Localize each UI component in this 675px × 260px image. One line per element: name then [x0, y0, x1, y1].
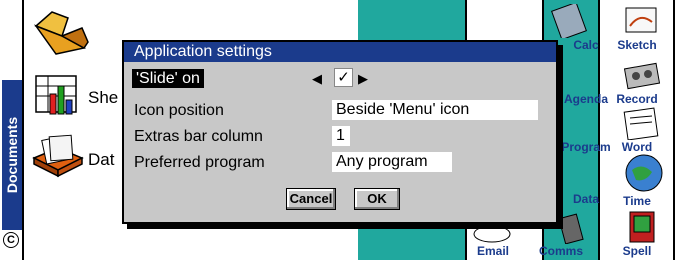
calculator-icon[interactable]	[548, 4, 592, 38]
clock-icon[interactable]	[622, 152, 666, 194]
folder-icon[interactable]	[32, 8, 90, 58]
app-label-spell[interactable]: Spell	[604, 244, 670, 258]
icon-position-label: Icon position	[134, 102, 224, 119]
right-arrow-icon[interactable]: ▶	[358, 69, 368, 88]
preferred-program-field[interactable]: Any program	[332, 152, 452, 172]
spell-icon[interactable]	[622, 210, 662, 244]
app-label-email[interactable]: Email	[460, 244, 526, 258]
record-icon[interactable]	[620, 58, 664, 92]
preferred-program-label: Preferred program	[134, 154, 265, 171]
slide-checkbox[interactable]: ✓	[334, 68, 353, 87]
word-icon[interactable]	[620, 106, 664, 140]
corner-badge[interactable]: C	[3, 232, 19, 248]
app-label-time[interactable]: Time	[604, 194, 670, 208]
app-label-sketch[interactable]: Sketch	[604, 38, 670, 52]
extras-bar-label: Extras bar column	[134, 128, 263, 145]
application-settings-dialog: Application settings 'Slide' on ◀ ✓ ▶ Ic…	[122, 40, 558, 224]
database-icon[interactable]	[30, 132, 86, 180]
spreadsheet-icon[interactable]	[30, 70, 86, 120]
app-label-comms[interactable]: Comms	[528, 244, 594, 258]
documents-tab[interactable]: Documents	[2, 80, 22, 230]
left-arrow-icon[interactable]: ◀	[312, 69, 322, 88]
file-label-spreadsheet[interactable]: She	[88, 88, 118, 108]
ok-button[interactable]: OK	[354, 188, 400, 210]
desktop-screen: Documents C She Dat Calc Sketch Agenda R…	[0, 0, 675, 260]
extras-bar-field[interactable]: 1	[332, 126, 350, 146]
cancel-button[interactable]: Cancel	[286, 188, 336, 210]
slide-setting-label[interactable]: 'Slide' on	[132, 69, 204, 88]
sidebar: Documents C	[0, 0, 24, 260]
icon-position-field[interactable]: Beside 'Menu' icon	[332, 100, 538, 120]
dialog-title: Application settings	[124, 42, 556, 62]
documents-tab-label: Documents	[4, 116, 20, 194]
sketch-icon[interactable]	[620, 4, 664, 38]
app-label-record[interactable]: Record	[604, 92, 670, 106]
file-label-database[interactable]: Dat	[88, 150, 114, 170]
